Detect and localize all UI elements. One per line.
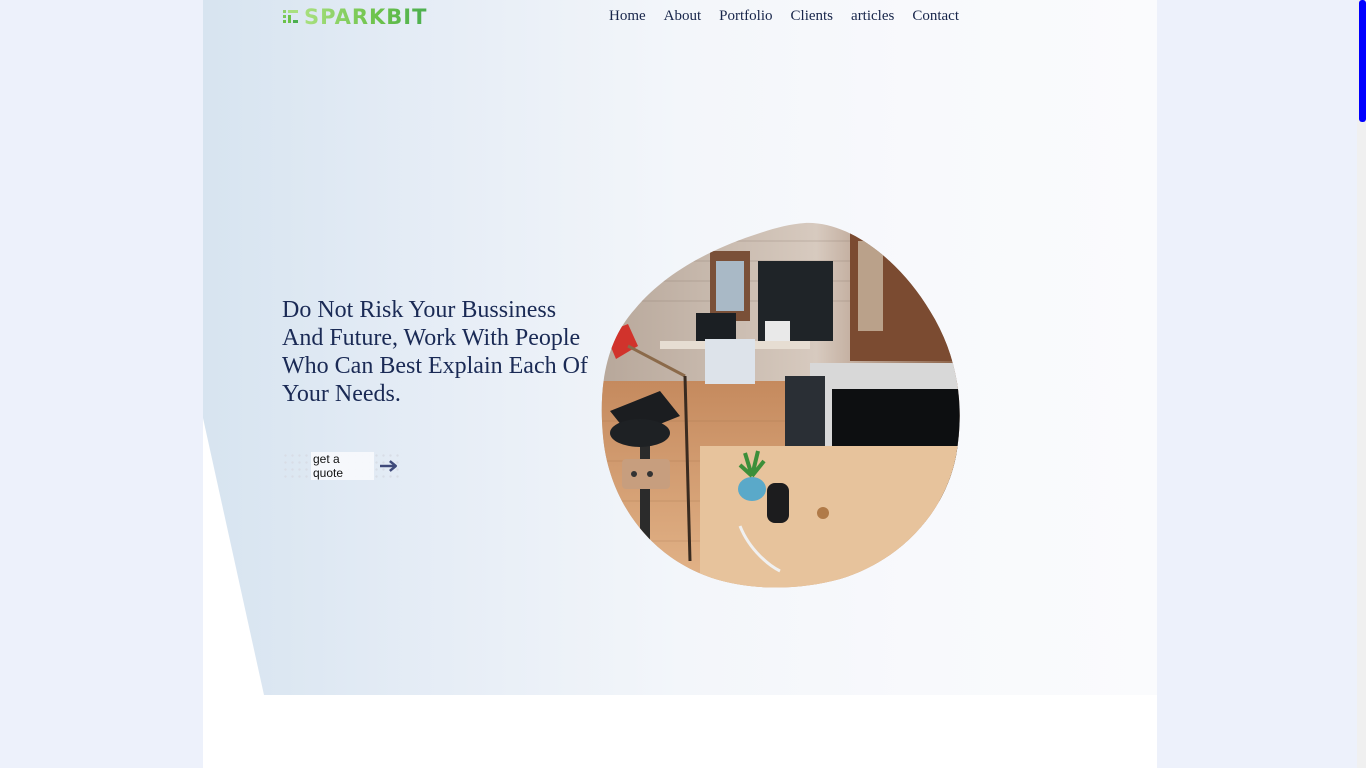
nav-item-home[interactable]: Home: [609, 8, 646, 25]
hero-office-image: [601, 222, 960, 588]
sparkbit-logo-mark-icon: [283, 10, 298, 23]
hero-headline: Do Not Risk Your Bussiness And Future, W…: [282, 297, 588, 407]
main-nav: Home About Portfolio Clients articles Co…: [609, 8, 959, 25]
logo[interactable]: SPARKBIT: [282, 5, 428, 29]
page: SPARKBIT Home About Portfolio Clients ar…: [203, 0, 1157, 768]
nav-item-clients[interactable]: Clients: [791, 8, 834, 25]
scrollbar-thumb[interactable]: [1359, 0, 1366, 122]
get-a-quote-label: get a quote: [311, 452, 375, 480]
page-scrollbar[interactable]: [1357, 0, 1366, 768]
nav-item-contact[interactable]: Contact: [912, 8, 959, 25]
nav-item-articles[interactable]: articles: [851, 8, 894, 25]
nav-item-portfolio[interactable]: Portfolio: [719, 8, 772, 25]
brand-name: SPARKBIT: [304, 5, 428, 29]
arrow-right-icon: [380, 460, 398, 472]
nav-item-about[interactable]: About: [664, 8, 702, 25]
get-a-quote-button[interactable]: get a quote: [282, 452, 400, 480]
